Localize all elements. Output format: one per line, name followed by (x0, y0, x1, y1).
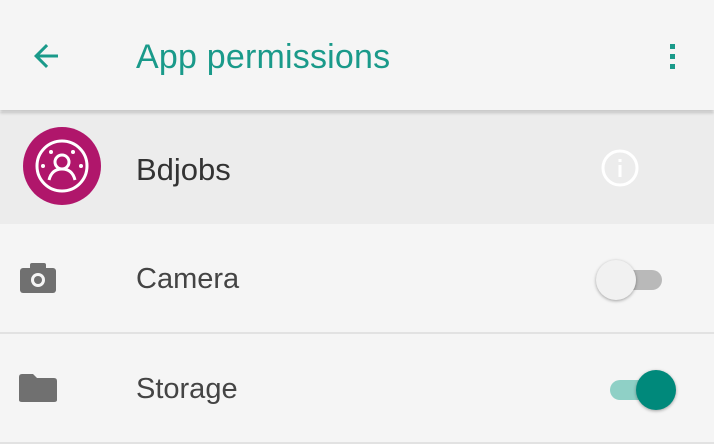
permission-label: Camera (136, 263, 240, 295)
back-button[interactable] (20, 30, 72, 82)
camera-permission-toggle[interactable] (596, 260, 672, 300)
permission-label: Storage (136, 373, 238, 405)
permission-row-camera[interactable]: Camera (0, 224, 714, 334)
storage-permission-toggle[interactable] (596, 370, 676, 410)
folder-icon (18, 370, 58, 406)
arrow-back-icon (34, 44, 58, 68)
more-vert-icon (670, 44, 675, 69)
permission-row-storage[interactable]: Storage (0, 334, 714, 444)
app-header: Bdjobs (0, 112, 714, 224)
app-permissions-screen: App permissions Bdjobs Camera Storage (0, 0, 714, 444)
overflow-menu-button[interactable] (650, 30, 694, 82)
toolbar: App permissions (0, 0, 714, 110)
app-info-button[interactable] (598, 146, 642, 190)
page-title: App permissions (136, 38, 391, 76)
info-icon (601, 149, 639, 187)
toggle-thumb (596, 260, 636, 300)
camera-icon (18, 260, 58, 296)
bdjobs-app-icon (23, 127, 101, 205)
toggle-thumb (636, 370, 676, 410)
app-name: Bdjobs (136, 152, 231, 187)
